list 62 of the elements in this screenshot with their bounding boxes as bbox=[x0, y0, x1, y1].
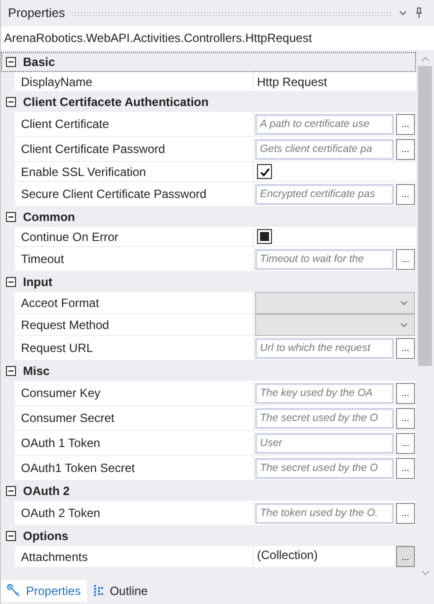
property-label: DisplayName bbox=[15, 72, 253, 92]
property-label: Consumer Secret bbox=[15, 406, 253, 431]
property-label: Client Certificate Password bbox=[15, 137, 253, 162]
ellipsis-button[interactable]: ... bbox=[396, 408, 415, 428]
ellipsis-button[interactable]: ... bbox=[396, 546, 415, 567]
value-field[interactable]: User bbox=[255, 432, 394, 454]
ellipsis-button[interactable]: ... bbox=[396, 138, 415, 160]
pin-icon[interactable] bbox=[414, 7, 424, 19]
ellipsis-button[interactable]: ... bbox=[396, 248, 415, 270]
collapse-icon[interactable] bbox=[6, 276, 17, 288]
checkbox[interactable] bbox=[257, 229, 272, 244]
category-header[interactable]: OAuth 2 bbox=[1, 481, 416, 501]
property-label: OAuth 2 Token bbox=[15, 501, 253, 526]
collapse-icon[interactable] bbox=[6, 212, 17, 222]
panel-title: Properties bbox=[8, 6, 65, 20]
property-label: Acceot Format bbox=[15, 292, 253, 314]
category-header[interactable]: Misc bbox=[1, 361, 416, 381]
ellipsis-button[interactable]: ... bbox=[396, 114, 415, 134]
property-label: OAuth1 Token Secret bbox=[15, 456, 253, 481]
value-field[interactable]: Url to which the request bbox=[255, 338, 394, 358]
ellipsis-button[interactable]: ... bbox=[396, 382, 415, 404]
property-label: Continue On Error bbox=[15, 227, 253, 247]
value-field[interactable]: The secret used by the O bbox=[255, 408, 394, 428]
property-label: Attachments bbox=[15, 546, 253, 568]
value-field[interactable]: The token used by the O. bbox=[255, 502, 394, 524]
wrench-icon bbox=[7, 584, 21, 598]
chevron-down-icon bbox=[400, 300, 408, 306]
property-label: Timeout bbox=[15, 247, 253, 272]
collapse-icon[interactable] bbox=[6, 96, 17, 108]
category-header[interactable]: Client Certifacete Authentication bbox=[1, 92, 416, 112]
outline-icon bbox=[92, 584, 105, 598]
value-field[interactable]: Timeout to wait for the bbox=[255, 248, 394, 270]
ellipsis-button[interactable]: ... bbox=[396, 458, 415, 478]
panel-tab[interactable]: Outline bbox=[86, 580, 154, 602]
panel-tab[interactable]: Properties bbox=[1, 580, 87, 602]
property-label: Enable SSL Verification bbox=[15, 162, 253, 182]
category-header[interactable]: Input bbox=[1, 272, 416, 292]
collapse-icon[interactable] bbox=[6, 366, 17, 376]
value-field[interactable]: Encrypted certificate pas bbox=[255, 184, 394, 204]
ellipsis-button[interactable]: ... bbox=[396, 338, 415, 358]
value-field[interactable]: The secret used by the O bbox=[255, 458, 394, 478]
category-header[interactable]: Common bbox=[1, 207, 416, 227]
property-label: Consumer Key bbox=[15, 381, 253, 406]
property-label: Request URL bbox=[15, 336, 253, 361]
property-value: (Collection) bbox=[256, 547, 319, 562]
ellipsis-button[interactable]: ... bbox=[396, 184, 415, 204]
collapse-icon[interactable] bbox=[6, 486, 17, 496]
category-header[interactable]: Options bbox=[1, 526, 416, 546]
value-field[interactable]: Gets client certificate pa bbox=[255, 138, 394, 160]
chevron-down-icon[interactable] bbox=[398, 8, 408, 18]
property-label: Request Method bbox=[15, 314, 253, 336]
collapse-icon[interactable] bbox=[6, 56, 17, 68]
collapse-icon[interactable] bbox=[6, 530, 17, 542]
property-label: OAuth 1 Token bbox=[15, 431, 253, 456]
object-name: ArenaRobotics.WebAPI.Activities.Controllers.HttpRequest bbox=[1, 26, 434, 50]
ellipsis-button[interactable]: ... bbox=[396, 502, 415, 524]
ellipsis-button[interactable]: ... bbox=[396, 432, 415, 454]
value-field[interactable]: The key used by the OA bbox=[255, 382, 394, 404]
property-label: Client Certificate bbox=[15, 112, 253, 137]
property-label: Secure Client Certificate Password bbox=[15, 182, 253, 207]
chevron-down-icon bbox=[400, 322, 408, 328]
checkbox[interactable] bbox=[257, 164, 272, 179]
